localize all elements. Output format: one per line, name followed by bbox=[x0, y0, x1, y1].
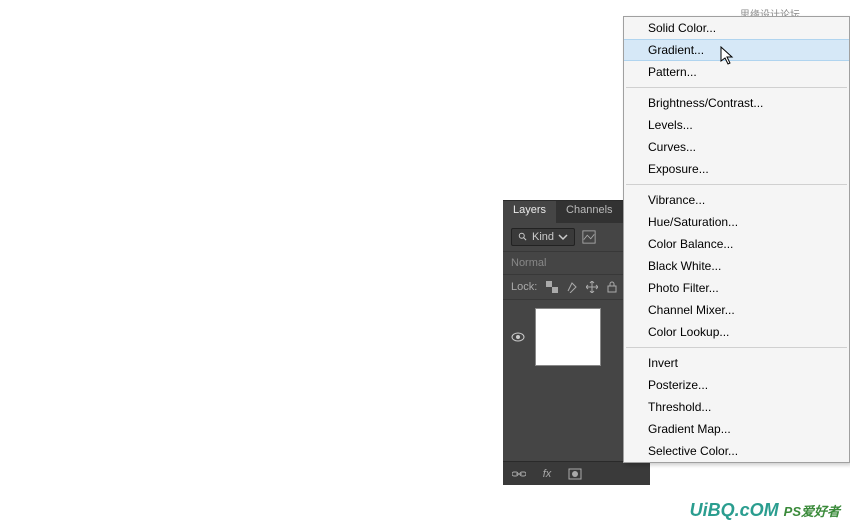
menu-separator bbox=[626, 347, 847, 348]
search-icon bbox=[518, 232, 528, 242]
menu-item-exposure[interactable]: Exposure... bbox=[624, 158, 849, 180]
kind-filter-label: Kind bbox=[532, 231, 554, 243]
layer-mask-icon[interactable] bbox=[567, 466, 583, 482]
menu-item-levels[interactable]: Levels... bbox=[624, 114, 849, 136]
menu-item-black-white[interactable]: Black White... bbox=[624, 255, 849, 277]
panel-footer: fx bbox=[503, 461, 650, 485]
menu-item-color-balance[interactable]: Color Balance... bbox=[624, 233, 849, 255]
menu-item-channel-mixer[interactable]: Channel Mixer... bbox=[624, 299, 849, 321]
menu-item-vibrance[interactable]: Vibrance... bbox=[624, 189, 849, 211]
menu-item-brightness-contrast[interactable]: Brightness/Contrast... bbox=[624, 92, 849, 114]
menu-item-pattern[interactable]: Pattern... bbox=[624, 61, 849, 83]
visibility-toggle-icon[interactable] bbox=[511, 330, 525, 344]
lock-pixels-icon[interactable] bbox=[565, 280, 579, 294]
adjustment-layer-menu: Solid Color...Gradient...Pattern... Brigh… bbox=[623, 16, 850, 463]
layer-thumbnail[interactable] bbox=[535, 308, 601, 366]
tab-channels[interactable]: Channels bbox=[556, 201, 622, 223]
filter-image-icon[interactable] bbox=[581, 229, 597, 245]
lock-all-icon[interactable] bbox=[605, 280, 619, 294]
lock-icons bbox=[545, 280, 619, 294]
watermark-bottom-logo: UiBQ.cOM PS爱好者 bbox=[690, 500, 840, 521]
chevron-down-icon bbox=[558, 232, 568, 242]
menu-item-photo-filter[interactable]: Photo Filter... bbox=[624, 277, 849, 299]
menu-item-invert[interactable]: Invert bbox=[624, 352, 849, 374]
layer-fx-icon[interactable]: fx bbox=[539, 466, 555, 482]
menu-item-curves[interactable]: Curves... bbox=[624, 136, 849, 158]
menu-separator bbox=[626, 184, 847, 185]
menu-item-hue-saturation[interactable]: Hue/Saturation... bbox=[624, 211, 849, 233]
menu-item-color-lookup[interactable]: Color Lookup... bbox=[624, 321, 849, 343]
link-layers-icon[interactable] bbox=[511, 466, 527, 482]
lock-position-icon[interactable] bbox=[585, 280, 599, 294]
menu-item-selective-color[interactable]: Selective Color... bbox=[624, 440, 849, 462]
menu-item-posterize[interactable]: Posterize... bbox=[624, 374, 849, 396]
lock-transparency-icon[interactable] bbox=[545, 280, 559, 294]
menu-item-solid-color[interactable]: Solid Color... bbox=[624, 17, 849, 39]
kind-filter-select[interactable]: Kind bbox=[511, 228, 575, 246]
menu-separator bbox=[626, 87, 847, 88]
menu-item-threshold[interactable]: Threshold... bbox=[624, 396, 849, 418]
lock-label: Lock: bbox=[511, 281, 537, 293]
menu-item-gradient-map[interactable]: Gradient Map... bbox=[624, 418, 849, 440]
menu-item-gradient[interactable]: Gradient... bbox=[624, 39, 849, 61]
tab-layers[interactable]: Layers bbox=[503, 201, 556, 223]
